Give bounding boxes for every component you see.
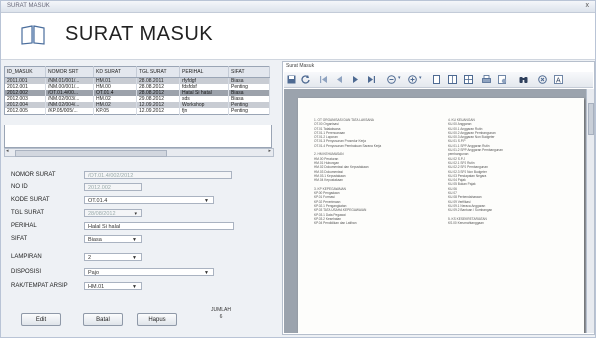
kode-surat-select[interactable]: OT.01.4 ▼ xyxy=(84,196,214,204)
report-page: 1. OT ORGANISASI DAN TATA LAKSANA OT.00 … xyxy=(298,98,584,333)
page-header: SURAT MASUK xyxy=(1,13,595,60)
table-cell: KP.05 xyxy=(93,108,137,115)
report-toolbar: ▾ ▾ A xyxy=(284,72,593,88)
chevron-down-icon[interactable]: ▼ xyxy=(132,236,137,244)
sifat-select[interactable]: Biasa ▼ xyxy=(84,235,142,243)
report-vertical-scrollbar[interactable] xyxy=(586,89,594,333)
record-count: JUMLAH 6 xyxy=(201,307,241,321)
disposisi-label: DISPOSISI xyxy=(11,269,42,275)
book-icon xyxy=(21,25,45,45)
column-header[interactable]: KD SURAT xyxy=(93,66,137,78)
scrollbar-thumb[interactable] xyxy=(15,150,167,157)
report-viewer-panel: Surat Masuk ▾ ▾ A 1. OT ORGANISASI DAN T… xyxy=(282,61,595,335)
jumlah-label: JUMLAH xyxy=(210,307,231,313)
column-header[interactable]: ID_MASUK xyxy=(4,66,46,78)
zoom-out-dropdown-icon[interactable]: ▾ xyxy=(398,75,401,81)
report-viewer-caption: Surat Masuk xyxy=(286,63,315,69)
tgl-surat-datepicker[interactable]: 28/08/2012 ▾ xyxy=(84,209,142,217)
disposisi-select[interactable]: Pajo ▼ xyxy=(84,268,214,276)
last-page-icon[interactable] xyxy=(367,75,376,84)
print-icon[interactable] xyxy=(482,75,491,84)
batal-button[interactable]: Batal xyxy=(83,313,123,326)
setup-icon[interactable] xyxy=(498,75,507,84)
lampiran-select[interactable]: 2 ▼ xyxy=(84,253,142,261)
scrollbar-thumb[interactable] xyxy=(588,103,594,135)
rak-arsip-select[interactable]: HM.01 ▼ xyxy=(84,282,142,290)
hapus-button[interactable]: Hapus xyxy=(137,313,177,326)
sifat-label: SIFAT xyxy=(11,236,28,242)
perihal-field[interactable]: Halal Si halal xyxy=(84,222,234,230)
tgl-surat-value: 28/08/2012 xyxy=(88,211,116,217)
window-title: SURAT MASUK xyxy=(7,3,50,9)
scroll-left-icon[interactable]: ◂ xyxy=(6,148,9,154)
nomor-surat-label: NOMOR SURAT xyxy=(11,172,56,178)
rak-arsip-label: RAK/TEMPAT ARSIP xyxy=(11,283,68,289)
lampiran-value: 2 xyxy=(88,255,92,261)
perihal-label: PERIHAL xyxy=(11,223,37,229)
sifat-value: Biasa xyxy=(88,237,102,243)
edit-button[interactable]: Edit xyxy=(21,313,61,326)
jumlah-value: 6 xyxy=(219,314,223,320)
column-header[interactable]: TGL SURAT xyxy=(136,66,180,78)
chevron-down-icon[interactable]: ▼ xyxy=(204,197,209,205)
kode-surat-label: KODE SURAT xyxy=(11,197,50,203)
app-window: SURAT MASUK x SURAT MASUK ID_MASUK NOMOR… xyxy=(0,0,596,338)
table-horizontal-scrollbar[interactable]: ◂ ▸ xyxy=(4,148,274,157)
disposisi-value: Pajo xyxy=(88,270,100,276)
table-row[interactable]: 2012.005 /KP.05/005/... KP.05 12.09.2012… xyxy=(4,108,270,115)
document-text-left: 1. OT ORGANISASI DAN TATA LAKSANA OT.00 … xyxy=(314,118,382,226)
zoom-out-icon[interactable] xyxy=(387,75,396,84)
title-bar: SURAT MASUK x xyxy=(1,1,595,13)
scroll-right-icon[interactable]: ▸ xyxy=(268,148,271,154)
first-page-icon[interactable] xyxy=(319,75,328,84)
chevron-down-icon[interactable]: ▼ xyxy=(132,283,137,291)
svg-text:A: A xyxy=(556,78,561,85)
close-report-icon[interactable] xyxy=(538,75,547,84)
report-preview-area[interactable]: 1. OT ORGANISASI DAN TATA LAKSANA OT.00 … xyxy=(284,89,586,333)
nomor-surat-field[interactable]: /OT.01.4/002/2012 xyxy=(84,171,232,179)
tgl-surat-label: TGL SURAT xyxy=(11,210,45,216)
single-page-icon[interactable] xyxy=(432,75,441,84)
save-icon[interactable] xyxy=(287,75,296,84)
column-header[interactable]: SIFAT xyxy=(228,66,270,78)
next-page-icon[interactable] xyxy=(351,75,360,84)
column-header[interactable]: NOMOR SRT xyxy=(45,66,94,78)
rak-arsip-value: HM.01 xyxy=(88,284,105,290)
chevron-down-icon[interactable]: ▼ xyxy=(204,269,209,277)
no-id-label: NO ID xyxy=(11,184,28,190)
table-empty-area xyxy=(4,125,272,148)
lampiran-label: LAMPIRAN xyxy=(11,254,42,260)
table-cell: 12.09.2012 xyxy=(136,108,180,115)
calendar-dropdown-icon[interactable]: ▾ xyxy=(134,210,137,218)
table-cell: 2012.005 xyxy=(4,108,46,115)
kode-surat-value: OT.01.4 xyxy=(88,198,108,204)
chevron-down-icon[interactable]: ▼ xyxy=(132,254,137,262)
table-cell: fjn xyxy=(179,108,229,115)
surat-masuk-table[interactable]: ID_MASUK NOMOR SRT KD SURAT TGL SURAT PE… xyxy=(4,66,270,115)
close-window-icon[interactable]: x xyxy=(586,2,590,9)
page-title: SURAT MASUK xyxy=(65,23,214,45)
find-icon[interactable] xyxy=(519,75,528,84)
table-cell: /KP.05/005/... xyxy=(45,108,94,115)
document-text-right: 4. KU KEUANGAN KU.00 Anggaran KU.00.1 An… xyxy=(448,118,503,226)
no-id-field[interactable]: 2012.002 xyxy=(84,183,142,191)
table-cell: Penting xyxy=(228,108,270,115)
options-icon[interactable]: A xyxy=(554,75,563,84)
refresh-icon[interactable] xyxy=(301,75,310,84)
zoom-in-dropdown-icon[interactable]: ▾ xyxy=(419,75,422,81)
double-page-icon[interactable] xyxy=(448,75,457,84)
column-header[interactable]: PERIHAL xyxy=(179,66,229,78)
table-header-row: ID_MASUK NOMOR SRT KD SURAT TGL SURAT PE… xyxy=(4,66,270,78)
multi-page-icon[interactable] xyxy=(464,75,473,84)
zoom-in-icon[interactable] xyxy=(408,75,417,84)
prev-page-icon[interactable] xyxy=(335,75,344,84)
